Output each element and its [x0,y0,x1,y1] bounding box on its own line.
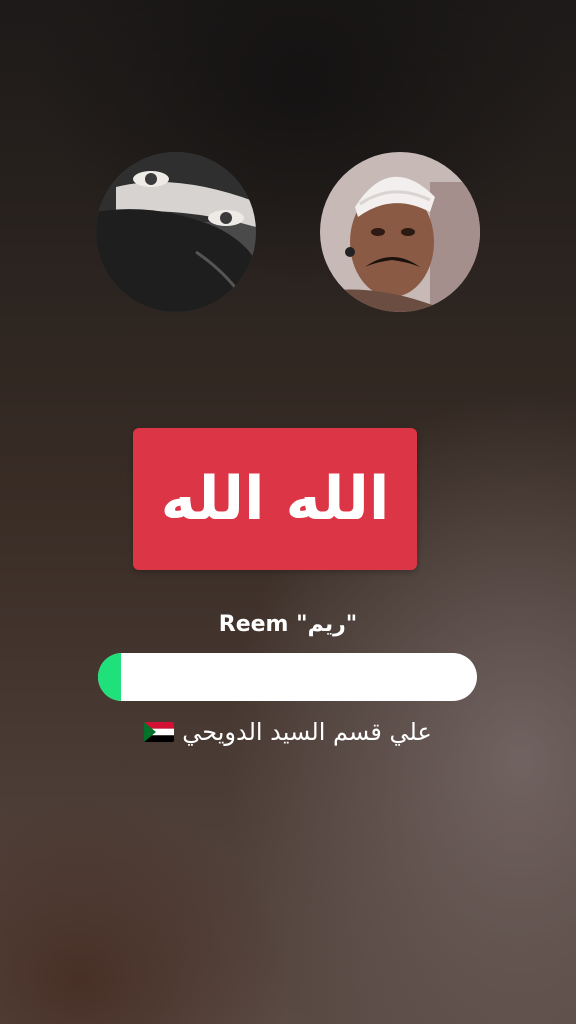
avatar-left [96,152,256,312]
progress-bar[interactable] [98,653,477,701]
progress-fill [98,653,121,701]
song-title: الله الله [160,464,390,534]
artist-row: علي قسم السيد الدويحي [0,718,576,746]
avatar-right [320,152,480,312]
veiled-woman-portrait [96,152,256,312]
performer-name: "ريم" Reem [218,612,358,637]
sudan-flag-icon [144,722,175,742]
man-with-cap-portrait [320,152,480,312]
title-banner: الله الله [133,428,417,570]
artist-name: علي قسم السيد الدويحي [182,718,432,746]
